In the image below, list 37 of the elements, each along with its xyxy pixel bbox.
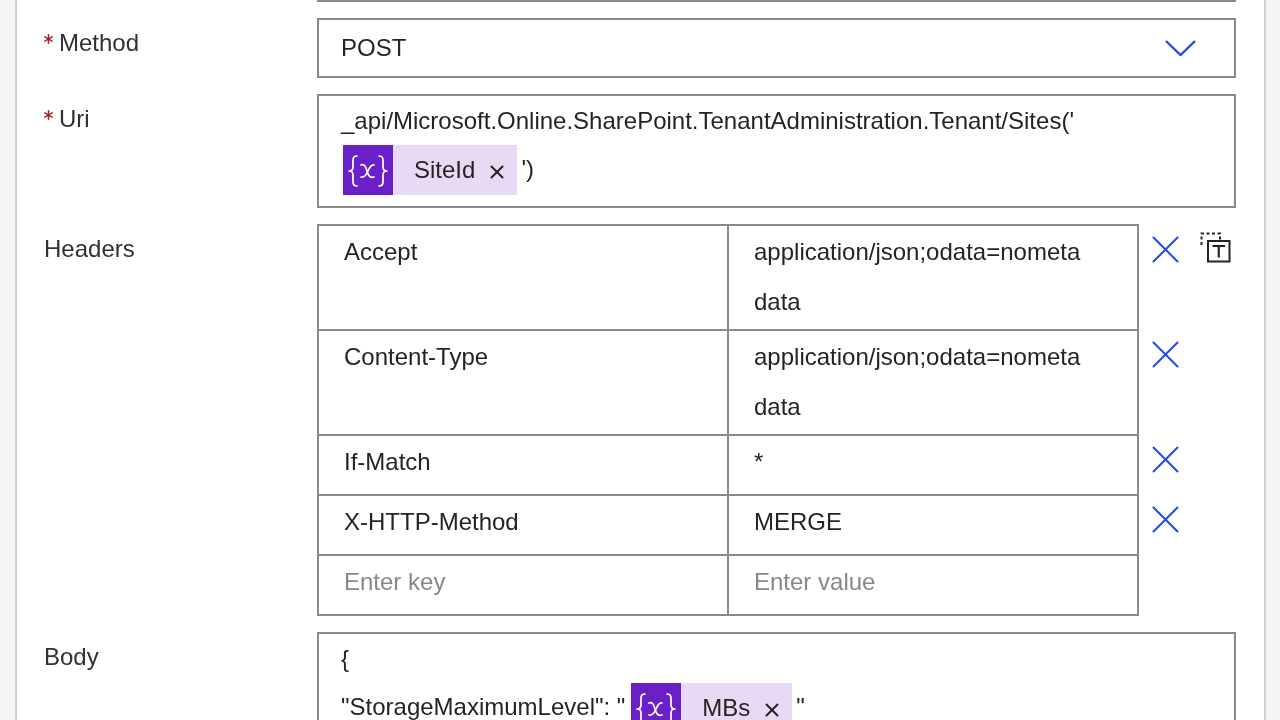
header-key-field[interactable]: Accept <box>318 225 728 330</box>
field-label: Uri <box>59 104 90 134</box>
chevron-down-icon <box>1165 40 1196 56</box>
token-label: MBs <box>701 693 751 720</box>
expression-text: _api/Microsoft.Online.SharePoint.TenantAdministration.Tenant/Sites(' <box>341 106 1074 136</box>
field-label: Body <box>44 642 99 672</box>
close-icon[interactable] <box>1152 506 1179 533</box>
header-key-field[interactable]: Content-Type <box>318 330 728 435</box>
curly-braces-icon <box>631 683 682 720</box>
field-label: Headers <box>44 234 135 264</box>
expression-text: ') <box>521 157 534 181</box>
close-icon[interactable] <box>1152 341 1179 368</box>
curly-braces-icon <box>343 145 393 195</box>
expression-field[interactable]: { "StorageMaximumLevel": " MBs " <box>317 632 1236 720</box>
header-value-field[interactable]: * <box>728 435 1138 495</box>
header-value-input[interactable]: Enter value <box>754 557 1086 607</box>
header-value-field[interactable]: Enter value <box>728 555 1138 615</box>
header-key-field[interactable]: Enter key <box>318 555 728 615</box>
expression-text: " <box>796 695 805 719</box>
method-dropdown[interactable]: POST <box>317 18 1236 78</box>
expression-field[interactable]: _api/Microsoft.Online.SharePoint.TenantAdministration.Tenant/Sites(' SiteId ') <box>317 94 1236 208</box>
expression-text: { <box>341 644 349 674</box>
header-key-input[interactable]: Enter key <box>344 557 703 607</box>
header-value-field[interactable]: application/json;odata=nometadata <box>728 330 1138 435</box>
header-key-field[interactable]: If-Match <box>318 435 728 495</box>
header-value-field[interactable]: MERGE <box>728 495 1138 555</box>
header-key-field[interactable]: X-HTTP-Method <box>318 495 728 555</box>
close-icon[interactable] <box>490 165 505 179</box>
close-icon[interactable] <box>1152 446 1179 473</box>
text-box-icon[interactable] <box>1200 232 1231 263</box>
token-chip[interactable]: SiteId <box>343 145 518 195</box>
field-label: Method <box>59 28 140 58</box>
token-chip[interactable]: MBs <box>631 683 793 720</box>
token-label: SiteId <box>413 155 476 185</box>
expression-text: "StorageMaximumLevel": " <box>341 695 626 719</box>
close-icon[interactable] <box>1152 236 1179 263</box>
close-icon[interactable] <box>765 703 780 717</box>
